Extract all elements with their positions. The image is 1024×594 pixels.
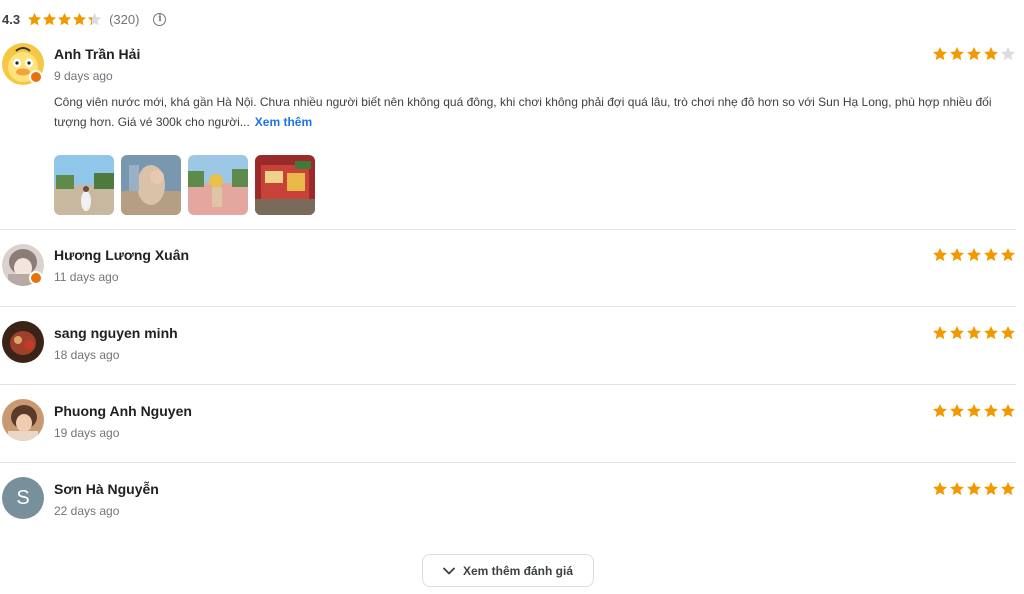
star-filled-icon bbox=[984, 247, 998, 262]
review-photo[interactable] bbox=[255, 155, 315, 215]
review-divider bbox=[0, 229, 1016, 230]
star-filled-icon bbox=[1001, 403, 1015, 418]
star-filled-icon bbox=[967, 403, 981, 418]
star-filled-icon bbox=[933, 481, 947, 496]
reviewer-name[interactable]: sang nguyen minh bbox=[54, 325, 178, 341]
avatar[interactable]: S bbox=[2, 477, 44, 519]
star-filled-icon bbox=[984, 481, 998, 496]
review-text: Công viên nước mới, khá gần Hà Nội. Chưa… bbox=[54, 92, 1014, 132]
avatar[interactable] bbox=[2, 321, 44, 363]
review-time: 19 days ago bbox=[54, 426, 120, 440]
star-filled-icon bbox=[58, 12, 72, 25]
reviewer-name[interactable]: Phuong Anh Nguyen bbox=[54, 403, 192, 419]
review-photos bbox=[54, 155, 315, 215]
load-more-reviews-button[interactable]: Xem thêm đánh giá bbox=[422, 554, 594, 587]
star-filled-icon bbox=[1001, 481, 1015, 496]
star-filled-icon bbox=[1001, 247, 1015, 262]
review-rating-stars bbox=[932, 46, 1016, 62]
review-count: (320) bbox=[109, 11, 140, 27]
load-more-label: Xem thêm đánh giá bbox=[462, 563, 574, 578]
local-guide-badge-icon bbox=[29, 271, 43, 285]
average-rating-stars bbox=[27, 12, 102, 27]
review-time: 11 days ago bbox=[54, 270, 119, 284]
star-partial-icon bbox=[88, 12, 102, 25]
star-filled-icon bbox=[43, 12, 57, 25]
rating-summary: 4.3 (320) i bbox=[2, 9, 167, 29]
review-photo[interactable] bbox=[188, 155, 248, 215]
star-filled-icon bbox=[984, 325, 998, 340]
review-divider bbox=[0, 306, 1016, 307]
local-guide-badge-icon bbox=[29, 70, 43, 84]
avatar[interactable] bbox=[2, 399, 44, 441]
review-rating-stars bbox=[932, 481, 1016, 497]
star-filled-icon bbox=[933, 325, 947, 340]
review-divider bbox=[0, 384, 1016, 385]
star-filled-icon bbox=[950, 403, 964, 418]
star-filled-icon bbox=[933, 403, 947, 418]
review-photo[interactable] bbox=[121, 155, 181, 215]
star-filled-icon bbox=[967, 46, 981, 61]
review-time: 22 days ago bbox=[54, 504, 120, 518]
read-more-link[interactable]: Xem thêm bbox=[255, 115, 312, 129]
review-time: 9 days ago bbox=[54, 69, 113, 83]
review-rating-stars bbox=[932, 325, 1016, 341]
review-time: 18 days ago bbox=[54, 348, 120, 362]
star-filled-icon bbox=[967, 247, 981, 262]
info-icon[interactable]: i bbox=[153, 12, 167, 26]
star-filled-icon bbox=[73, 12, 87, 25]
star-filled-icon bbox=[1001, 325, 1015, 340]
reviewer-name[interactable]: Sơn Hà Nguyễn bbox=[54, 481, 159, 497]
chevron-down-icon bbox=[443, 567, 455, 574]
star-filled-icon bbox=[950, 325, 964, 340]
review-rating-stars bbox=[932, 247, 1016, 263]
star-filled-icon bbox=[967, 325, 981, 340]
star-filled-icon bbox=[984, 403, 998, 418]
star-filled-icon bbox=[984, 46, 998, 61]
star-filled-icon bbox=[933, 46, 947, 61]
review-divider bbox=[0, 462, 1016, 463]
avatar-letter: S bbox=[16, 486, 30, 509]
star-filled-icon bbox=[933, 247, 947, 262]
star-filled-icon bbox=[950, 46, 964, 61]
star-empty-icon bbox=[1001, 46, 1015, 61]
review-text-body: Công viên nước mới, khá gần Hà Nội. Chưa… bbox=[54, 95, 992, 129]
review-photo[interactable] bbox=[54, 155, 114, 215]
star-filled-icon bbox=[950, 481, 964, 496]
star-filled-icon bbox=[28, 12, 42, 25]
reviewer-name[interactable]: Hương Lương Xuân bbox=[54, 247, 189, 263]
review-rating-stars bbox=[932, 403, 1016, 419]
star-filled-icon bbox=[950, 247, 964, 262]
reviewer-name[interactable]: Anh Trần Hải bbox=[54, 46, 140, 62]
star-filled-icon bbox=[967, 481, 981, 496]
average-rating: 4.3 bbox=[2, 11, 21, 27]
